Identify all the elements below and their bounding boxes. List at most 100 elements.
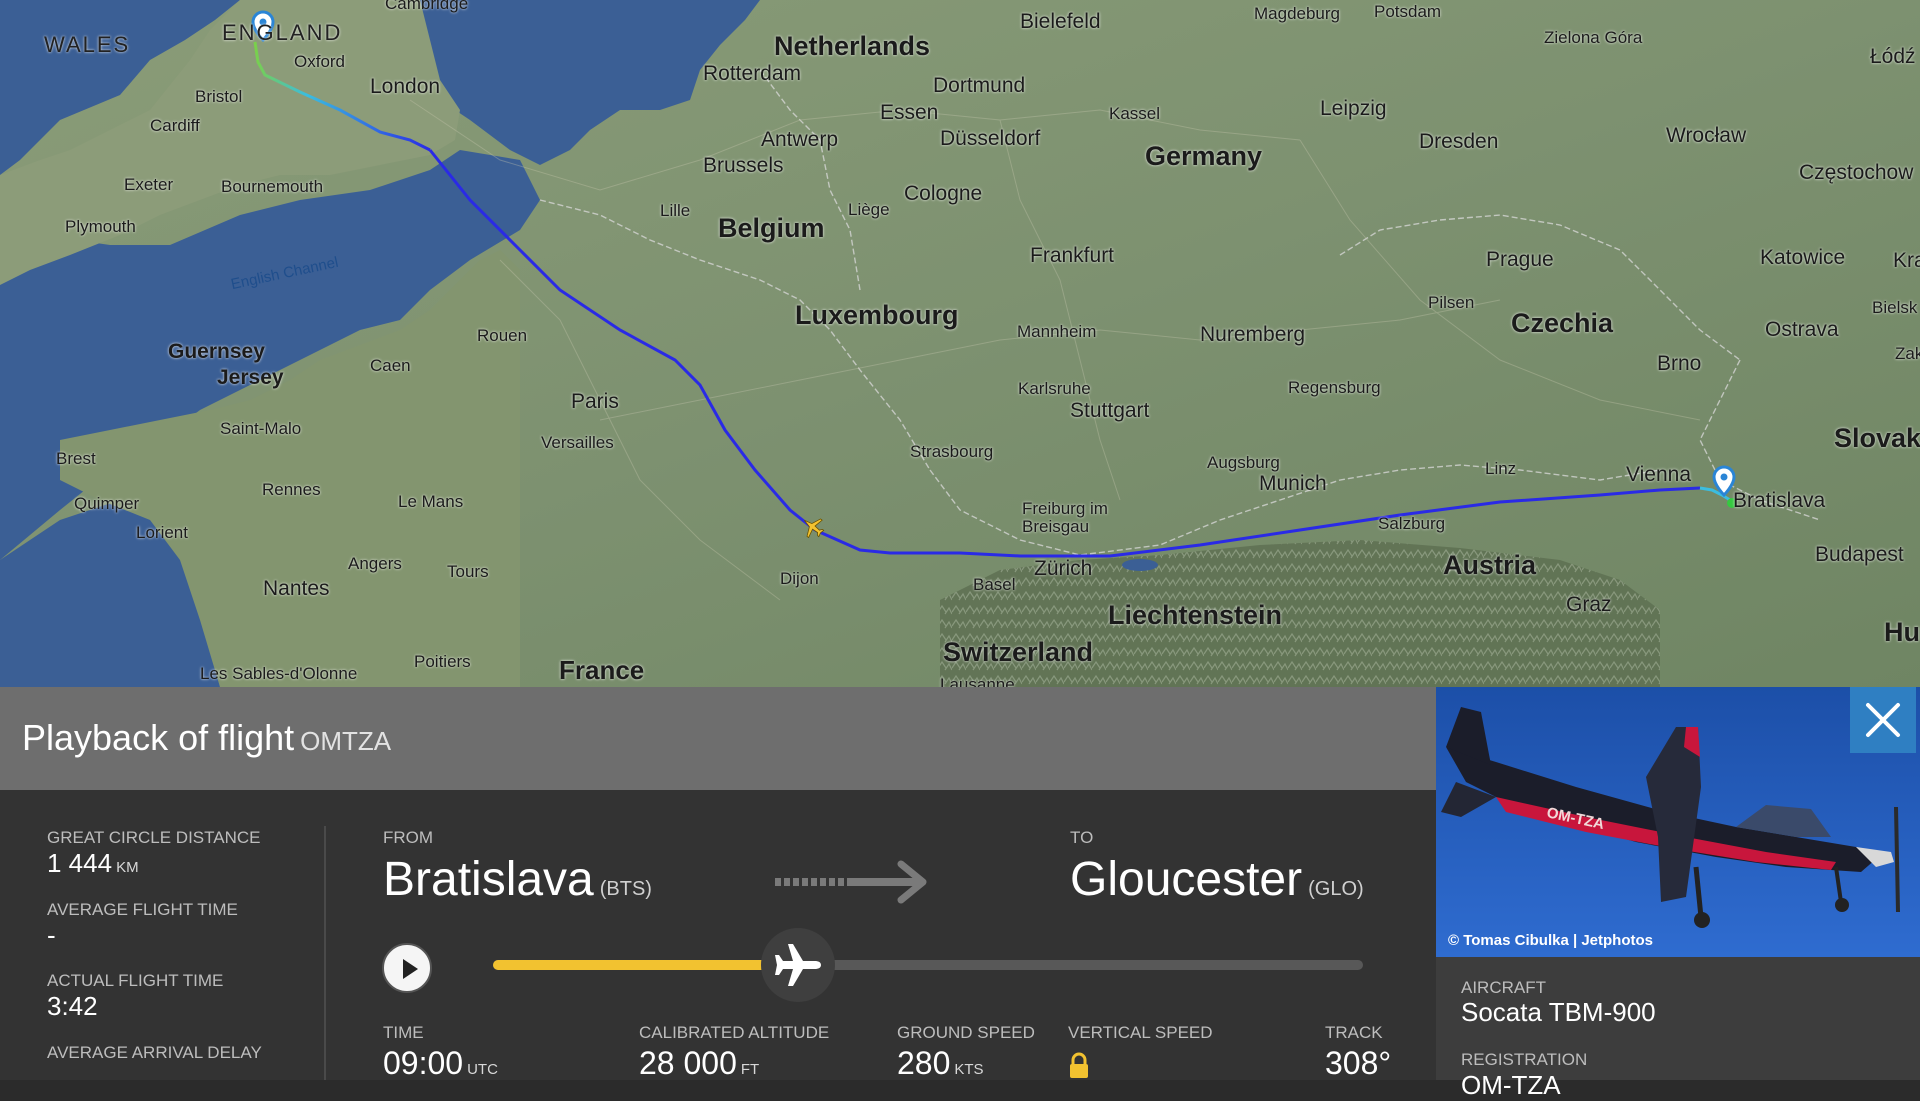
map-label-paris: Paris bbox=[571, 390, 619, 413]
map-label-katowice: Katowice bbox=[1760, 246, 1846, 269]
map-label-brest: Brest bbox=[56, 449, 96, 468]
map-label-bristol: Bristol bbox=[195, 87, 243, 106]
map-label-exeter: Exeter bbox=[124, 175, 174, 194]
map-label-budapest: Budapest bbox=[1815, 543, 1904, 566]
map-label-france: France bbox=[559, 655, 645, 685]
average-flight-time-value: - bbox=[47, 920, 56, 950]
map-label-mannheim: Mannheim bbox=[1017, 322, 1097, 341]
map-label-czestochow: Częstochow bbox=[1799, 161, 1914, 184]
route-line-segment-3 bbox=[814, 486, 1701, 558]
map-label-nantes: Nantes bbox=[263, 577, 330, 600]
map-label-dusseldorf: Düsseldorf bbox=[940, 127, 1041, 150]
map-label-basel: Basel bbox=[973, 575, 1016, 594]
map-label-czechia: Czechia bbox=[1511, 308, 1614, 338]
map-label-stuttgart: Stuttgart bbox=[1070, 399, 1150, 422]
map-label-linz: Linz bbox=[1485, 459, 1517, 478]
map-label-dortmund: Dortmund bbox=[933, 74, 1026, 97]
to-label: TO bbox=[1070, 828, 1094, 847]
origin-pin-icon bbox=[1712, 465, 1736, 498]
altitude-unit: FT bbox=[740, 1061, 760, 1078]
map-label-dijon: Dijon bbox=[780, 569, 819, 588]
map-label-cologne: Cologne bbox=[904, 182, 983, 205]
playback-title-text: Playback of flight bbox=[22, 717, 295, 758]
playback-progress bbox=[493, 960, 798, 970]
map-label-zielona-gora: Zielona Góra bbox=[1544, 28, 1643, 47]
panel-divider bbox=[324, 826, 326, 1080]
map-label-rotterdam: Rotterdam bbox=[703, 62, 802, 85]
play-button[interactable] bbox=[382, 943, 432, 993]
great-circle-distance-unit: KM bbox=[116, 859, 139, 876]
average-flight-time-label: AVERAGE FLIGHT TIME bbox=[47, 900, 238, 919]
aircraft-photo[interactable]: OM-TZA © Tomas Cibulka | Jetphotos bbox=[1436, 687, 1920, 957]
map-label-caen: Caen bbox=[370, 356, 411, 375]
map-label-karlsruhe: Karlsruhe bbox=[1018, 379, 1091, 398]
actual-flight-time-label: ACTUAL FLIGHT TIME bbox=[47, 971, 224, 990]
map-label-slovak: Slovak bbox=[1834, 423, 1920, 453]
flight-map[interactable]: WALES ENGLAND Cambridge Oxford London Br… bbox=[0, 0, 1920, 687]
aircraft-position-icon bbox=[804, 518, 825, 539]
track-label: TRACK bbox=[1325, 1023, 1383, 1042]
playback-title: Playback of flight OMTZA bbox=[22, 717, 391, 759]
map-label-essen: Essen bbox=[880, 101, 939, 124]
map-label-zak: Zak bbox=[1895, 344, 1920, 363]
from-city: Bratislava bbox=[383, 853, 594, 906]
map-label-rennes: Rennes bbox=[262, 480, 321, 499]
map-label-prague: Prague bbox=[1486, 248, 1554, 271]
map-label-freiburg: Freiburg im Breisgau bbox=[1022, 499, 1108, 536]
playback-timeline[interactable] bbox=[493, 960, 1363, 970]
registration-label: REGISTRATION bbox=[1461, 1050, 1588, 1069]
map-label-antwerp: Antwerp bbox=[761, 128, 839, 151]
map-label-england: ENGLAND bbox=[222, 20, 343, 45]
map-label-wales: WALES bbox=[44, 32, 131, 57]
map-label-switzerland: Switzerland bbox=[943, 637, 1094, 667]
map-label-zurich: Zürich bbox=[1034, 557, 1093, 580]
map-label-plymouth: Plymouth bbox=[65, 217, 136, 236]
great-circle-distance-label: GREAT CIRCLE DISTANCE bbox=[47, 828, 261, 847]
average-arrival-delay-label: AVERAGE ARRIVAL DELAY bbox=[47, 1043, 262, 1062]
map-label-pilsen: Pilsen bbox=[1428, 293, 1475, 312]
map-label-wroclaw: Wrocław bbox=[1666, 124, 1747, 147]
altitude-number: 28 000 bbox=[639, 1045, 737, 1081]
time-unit: UTC bbox=[467, 1061, 498, 1078]
map-label-luxembourg: Luxembourg bbox=[795, 300, 959, 330]
close-icon bbox=[1866, 703, 1900, 737]
map-label-vienna: Vienna bbox=[1626, 463, 1692, 486]
map-label-guernsey: Guernsey bbox=[168, 340, 265, 363]
close-button[interactable] bbox=[1850, 687, 1916, 753]
map-label-versailles: Versailles bbox=[541, 433, 614, 452]
aircraft-value: Socata TBM-900 bbox=[1461, 997, 1656, 1027]
map-label-les-sables: Les Sables-d'Olonne bbox=[200, 664, 358, 683]
ground-speed-number: 280 bbox=[897, 1045, 951, 1081]
route-arrow-icon bbox=[775, 860, 927, 904]
playback-scrub-handle[interactable] bbox=[760, 928, 835, 1002]
map-label-ostrava: Ostrava bbox=[1765, 318, 1839, 341]
registration-value: OM-TZA bbox=[1461, 1070, 1561, 1100]
map-label-netherlands: Netherlands bbox=[774, 31, 931, 61]
map-label-germany: Germany bbox=[1145, 141, 1263, 171]
map-label-tours: Tours bbox=[447, 562, 489, 581]
vertical-speed-label: VERTICAL SPEED bbox=[1068, 1023, 1213, 1042]
from-airport: Bratislava (BTS) bbox=[383, 852, 652, 907]
map-label-quimper: Quimper bbox=[74, 494, 140, 513]
great-circle-distance-value: 1 444 KM bbox=[47, 848, 139, 879]
aircraft-label: AIRCRAFT bbox=[1461, 978, 1546, 997]
map-label-brussels: Brussels bbox=[703, 154, 784, 177]
map-label-oxford: Oxford bbox=[294, 52, 346, 71]
map-label-lille: Lille bbox=[660, 201, 691, 220]
aircraft-photo-image: OM-TZA bbox=[1436, 687, 1920, 957]
play-icon bbox=[403, 959, 418, 979]
map-label-kra: Kra bbox=[1893, 249, 1920, 272]
time-label: TIME bbox=[383, 1023, 424, 1042]
map-label-austria: Austria bbox=[1443, 550, 1537, 580]
to-code: (GLO) bbox=[1308, 878, 1364, 900]
map-label-frankfurt: Frankfurt bbox=[1030, 244, 1115, 267]
playback-header: Playback of flight OMTZA bbox=[0, 687, 1436, 790]
photo-credit[interactable]: © Tomas Cibulka | Jetphotos bbox=[1448, 932, 1653, 949]
map-label-cambridge: Cambridge bbox=[385, 0, 469, 13]
map-label-brno: Brno bbox=[1657, 352, 1702, 375]
flight-callsign: OMTZA bbox=[300, 726, 392, 756]
map-label-leipzig: Leipzig bbox=[1320, 97, 1387, 120]
map-label-jersey: Jersey bbox=[217, 366, 284, 389]
track-value: 308° bbox=[1325, 1045, 1392, 1081]
great-circle-distance-number: 1 444 bbox=[47, 848, 113, 878]
